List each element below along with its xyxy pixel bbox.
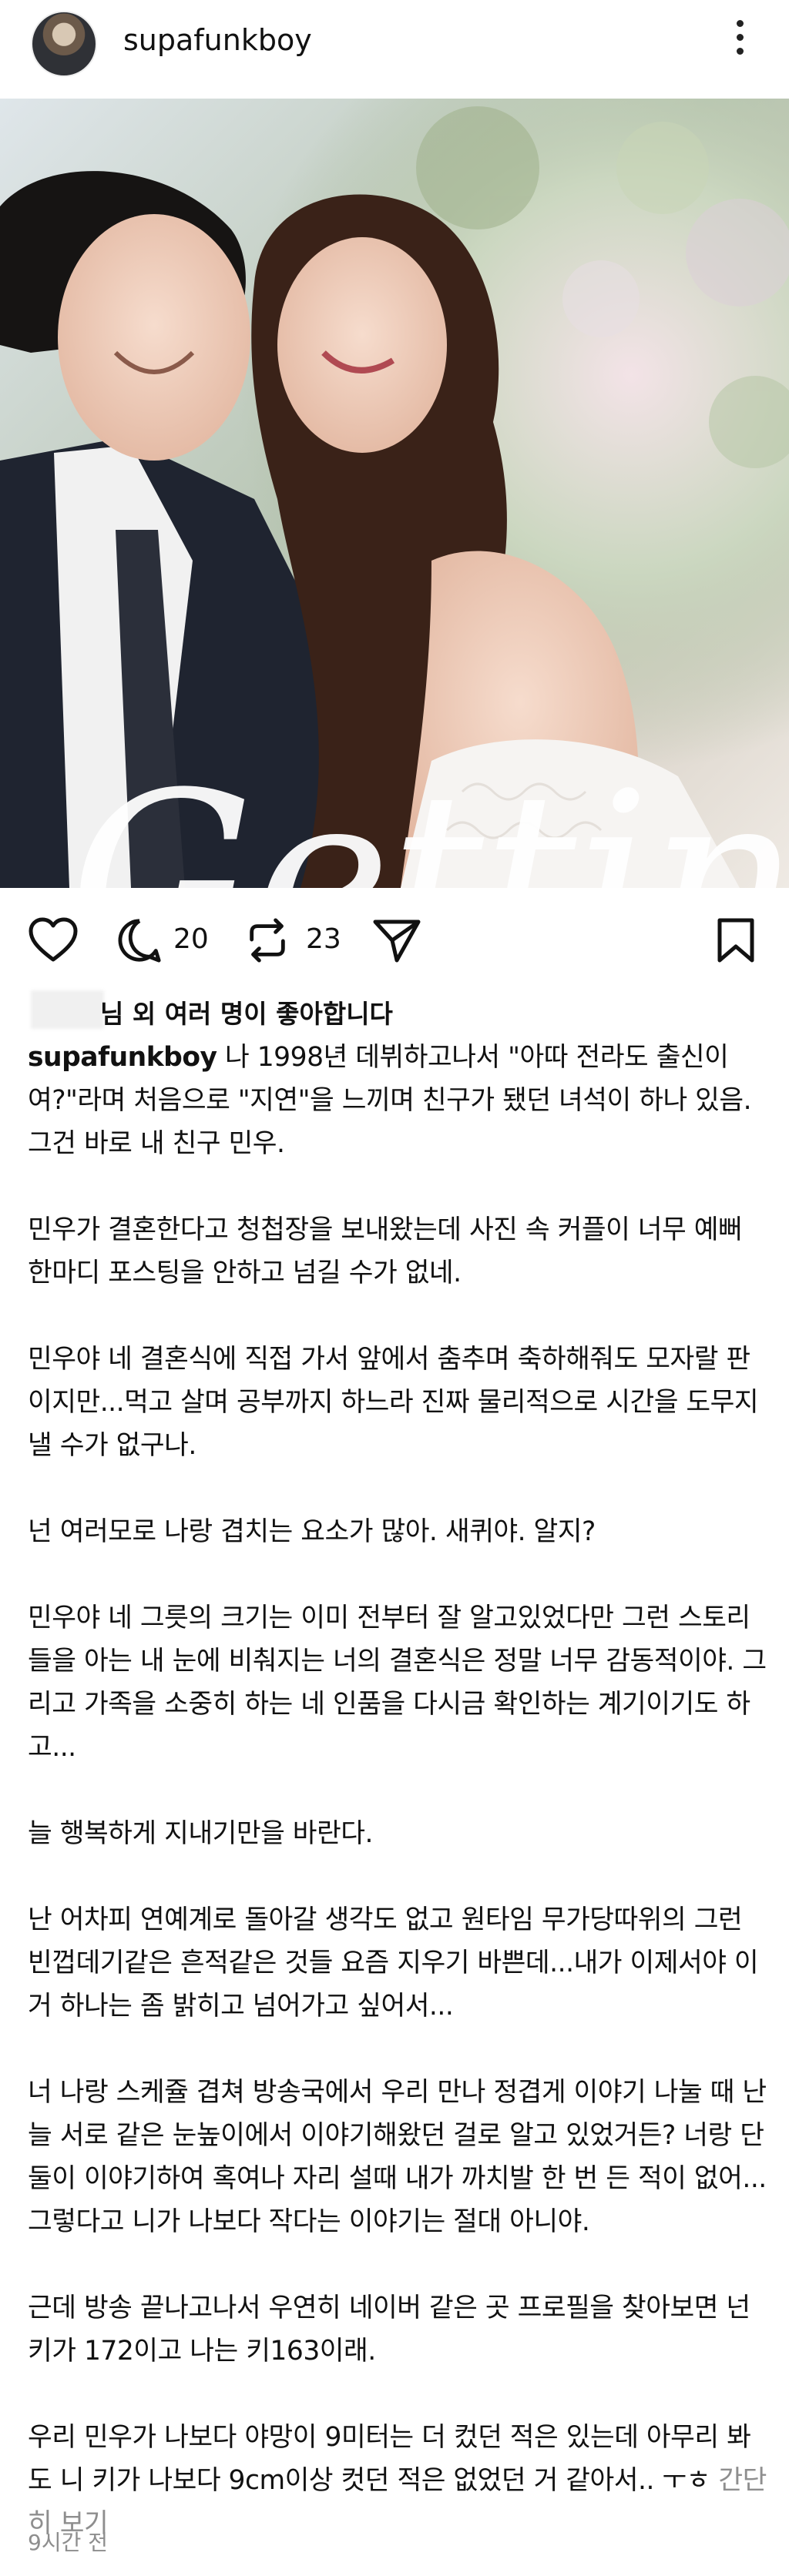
post-photo[interactable]: Getting <box>0 99 789 888</box>
comment-count: 20 <box>173 923 209 955</box>
caption-paragraph: supafunkboy 나 1998년 데뷔하고나서 "아따 전라도 출신이여?… <box>28 1036 767 1165</box>
caption-paragraph: 우리 민우가 나보다 야망이 9미터는 더 컸던 적은 있는데 아무리 봐도 니… <box>28 2416 767 2545</box>
caption-text: 우리 민우가 나보다 야망이 9미터는 더 컸던 적은 있는데 아무리 봐도 니… <box>28 2422 751 2496</box>
post-action-bar: 20 23 <box>0 888 789 988</box>
post-timestamp: 9시간 전 <box>28 2530 108 2555</box>
caption-paragraph: 민우야 네 결혼식에 직접 가서 앞에서 춤추며 축하해줘도 모자랄 판이지만.… <box>28 1344 759 1461</box>
post-author-username[interactable]: supafunkboy <box>123 23 312 57</box>
post-caption: supafunkboy 나 1998년 데뷔하고나서 "아따 전라도 출신이여?… <box>28 1036 767 2545</box>
heart-icon[interactable] <box>28 917 79 963</box>
repost-icon[interactable] <box>242 917 293 963</box>
photo-overlay-text: Getting <box>69 743 789 888</box>
likes-summary[interactable]: 님 외 여러 명이 좋아합니다 <box>100 993 393 1030</box>
repost-count: 23 <box>306 923 341 955</box>
caption-paragraph: 민우야 네 그릇의 크기는 이미 전부터 잘 알고있었다만 그런 스토리들을 아… <box>28 1603 767 1763</box>
blurred-liker-name <box>31 990 104 1029</box>
caption-paragraph: 난 어차피 연예계로 돌아갈 생각도 없고 원타임 무가당따위의 그런 빈껍데기… <box>28 1904 759 2022</box>
caption-author[interactable]: supafunkboy <box>28 1042 217 1073</box>
caption-paragraph: 너 나랑 스케쥴 겹쳐 방송국에서 우리 만나 정겹게 이야기 나눌 때 난 늘… <box>28 2077 767 2237</box>
bookmark-icon[interactable] <box>715 917 757 963</box>
caption-paragraph: 근데 방송 끝나고나서 우연히 네이버 같은 곳 프로필을 찾아보면 넌 키가 … <box>28 2293 750 2367</box>
caption-paragraph: 늘 행복하게 지내기만을 바란다. <box>28 1818 374 1849</box>
more-vertical-icon[interactable] <box>732 20 747 66</box>
comment-icon[interactable] <box>116 917 163 963</box>
caption-paragraph: 넌 여러모로 나랑 겹치는 요소가 많아. 새퀴야. 알지? <box>28 1516 596 1547</box>
send-icon[interactable] <box>372 917 421 963</box>
caption-paragraph: 민우가 결혼한다고 청첩장을 보내왔는데 사진 속 커플이 너무 예뻐 한마디 … <box>28 1214 743 1288</box>
post-header: supafunkboy <box>0 0 789 99</box>
profile-avatar[interactable] <box>31 11 97 77</box>
